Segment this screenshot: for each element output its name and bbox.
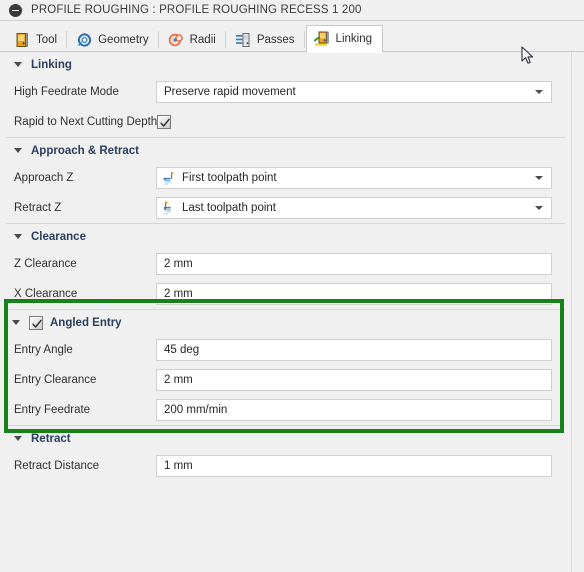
section-clearance: Clearance Z Clearance 2 mm X Clearance 2… bbox=[0, 224, 571, 309]
section-angled-entry: Angled Entry Entry Angle 45 deg Entry Cl… bbox=[0, 310, 571, 425]
field-label: Rapid to Next Cutting Depth bbox=[14, 116, 158, 128]
chevron-down-icon[interactable] bbox=[14, 234, 22, 239]
tab-label: Linking bbox=[335, 33, 372, 45]
tab-separator bbox=[66, 31, 68, 48]
chevron-down-icon[interactable] bbox=[12, 320, 20, 325]
entry-clearance-input[interactable]: 2 mm bbox=[156, 369, 552, 391]
row-entry-angle: Entry Angle 45 deg bbox=[0, 335, 571, 365]
input-value: 200 mm/min bbox=[164, 404, 228, 416]
section-title: Clearance bbox=[31, 230, 86, 243]
input-value: 2 mm bbox=[164, 288, 193, 300]
entry-angle-input[interactable]: 45 deg bbox=[156, 339, 552, 361]
minus-circle-icon[interactable] bbox=[9, 3, 22, 17]
retract-distance-input[interactable]: 1 mm bbox=[156, 455, 552, 477]
panel-content-inner: Linking High Feedrate Mode Preserve rapi… bbox=[0, 52, 572, 572]
panel-content: Linking High Feedrate Mode Preserve rapi… bbox=[0, 52, 584, 572]
row-entry-clearance: Entry Clearance 2 mm bbox=[0, 365, 571, 395]
tab-linking[interactable]: Linking bbox=[305, 25, 383, 53]
rapid-to-next-cutting-depth-checkbox[interactable] bbox=[157, 115, 171, 129]
passes-icon bbox=[235, 32, 251, 48]
field-label: Entry Clearance bbox=[14, 374, 97, 386]
input-value: 1 mm bbox=[164, 460, 193, 472]
row-x-clearance: X Clearance 2 mm bbox=[0, 279, 571, 309]
linking-icon bbox=[313, 31, 330, 47]
properties-panel: PROFILE ROUGHING : PROFILE ROUGHING RECE… bbox=[0, 0, 584, 572]
row-retract-distance: Retract Distance 1 mm bbox=[0, 451, 571, 481]
section-header-approach-retract[interactable]: Approach & Retract bbox=[0, 138, 571, 163]
chevron-down-icon[interactable] bbox=[14, 436, 22, 441]
tab-separator bbox=[224, 31, 226, 48]
section-linking: Linking High Feedrate Mode Preserve rapi… bbox=[0, 52, 571, 137]
tab-strip: Tool Geometry Radii Passes Linking bbox=[0, 21, 584, 53]
tab-tool[interactable]: Tool bbox=[6, 26, 68, 52]
x-clearance-input[interactable]: 2 mm bbox=[156, 283, 552, 305]
first-toolpath-point-icon bbox=[157, 170, 178, 186]
right-gutter bbox=[573, 52, 584, 572]
chevron-down-icon[interactable] bbox=[535, 176, 543, 180]
dropdown-value: Preserve rapid movement bbox=[164, 86, 296, 98]
field-label: High Feedrate Mode bbox=[14, 86, 119, 98]
row-retract-z: Retract Z Last toolpath point bbox=[0, 193, 571, 223]
panel-titlebar: PROFILE ROUGHING : PROFILE ROUGHING RECE… bbox=[0, 0, 584, 21]
row-z-clearance: Z Clearance 2 mm bbox=[0, 249, 571, 279]
field-label: Entry Feedrate bbox=[14, 404, 91, 416]
tab-label: Geometry bbox=[98, 33, 149, 46]
field-label: X Clearance bbox=[14, 288, 78, 300]
row-entry-feedrate: Entry Feedrate 200 mm/min bbox=[0, 395, 571, 425]
field-label: Entry Angle bbox=[14, 344, 73, 356]
field-label: Approach Z bbox=[14, 172, 74, 184]
chevron-down-icon[interactable] bbox=[535, 206, 543, 210]
input-value: 2 mm bbox=[164, 258, 193, 270]
section-title: Linking bbox=[31, 58, 72, 71]
tab-label: Radii bbox=[189, 33, 216, 46]
row-rapid-to-next-cutting-depth: Rapid to Next Cutting Depth bbox=[0, 107, 571, 137]
field-label: Z Clearance bbox=[14, 258, 77, 270]
tab-separator bbox=[157, 31, 159, 48]
dropdown-value: First toolpath point bbox=[182, 172, 277, 184]
z-clearance-input[interactable]: 2 mm bbox=[156, 253, 552, 275]
last-toolpath-point-icon bbox=[157, 200, 178, 216]
section-header-retract[interactable]: Retract bbox=[0, 426, 571, 451]
geometry-icon bbox=[76, 32, 92, 48]
high-feedrate-mode-dropdown[interactable]: Preserve rapid movement bbox=[156, 81, 552, 103]
chevron-down-icon[interactable] bbox=[14, 62, 22, 67]
section-title: Retract bbox=[31, 432, 71, 445]
chevron-down-icon[interactable] bbox=[535, 90, 543, 94]
checkbox-cell bbox=[156, 115, 552, 129]
chevron-down-icon[interactable] bbox=[14, 148, 22, 153]
entry-feedrate-input[interactable]: 200 mm/min bbox=[156, 399, 552, 421]
angled-entry-checkbox[interactable] bbox=[29, 315, 43, 330]
tab-separator bbox=[303, 31, 305, 48]
tab-radii[interactable]: Radii bbox=[160, 26, 227, 52]
section-title: Approach & Retract bbox=[31, 144, 139, 157]
input-value: 2 mm bbox=[164, 374, 193, 386]
section-header-linking[interactable]: Linking bbox=[0, 52, 571, 77]
section-header-clearance[interactable]: Clearance bbox=[0, 224, 571, 249]
dropdown-value: Last toolpath point bbox=[182, 202, 276, 214]
input-value: 45 deg bbox=[164, 344, 200, 356]
retract-z-dropdown[interactable]: Last toolpath point bbox=[156, 197, 552, 219]
field-label: Retract Z bbox=[14, 202, 62, 214]
field-label: Retract Distance bbox=[14, 460, 100, 472]
section-title: Angled Entry bbox=[50, 316, 122, 329]
row-approach-z: Approach Z First toolpath point bbox=[0, 163, 571, 193]
section-header-angled-entry[interactable]: Angled Entry bbox=[0, 310, 571, 335]
tab-passes[interactable]: Passes bbox=[227, 26, 306, 52]
tool-icon bbox=[14, 32, 30, 48]
tab-label: Passes bbox=[256, 33, 295, 46]
panel-title: PROFILE ROUGHING : PROFILE ROUGHING RECE… bbox=[31, 4, 362, 16]
row-high-feedrate-mode: High Feedrate Mode Preserve rapid moveme… bbox=[0, 77, 571, 107]
section-approach-retract: Approach & Retract Approach Z First tool… bbox=[0, 138, 571, 223]
radii-icon bbox=[168, 32, 184, 48]
section-retract: Retract Retract Distance 1 mm bbox=[0, 426, 571, 481]
approach-z-dropdown[interactable]: First toolpath point bbox=[156, 167, 552, 189]
tab-label: Tool bbox=[36, 33, 58, 46]
tab-geometry[interactable]: Geometry bbox=[68, 26, 160, 52]
